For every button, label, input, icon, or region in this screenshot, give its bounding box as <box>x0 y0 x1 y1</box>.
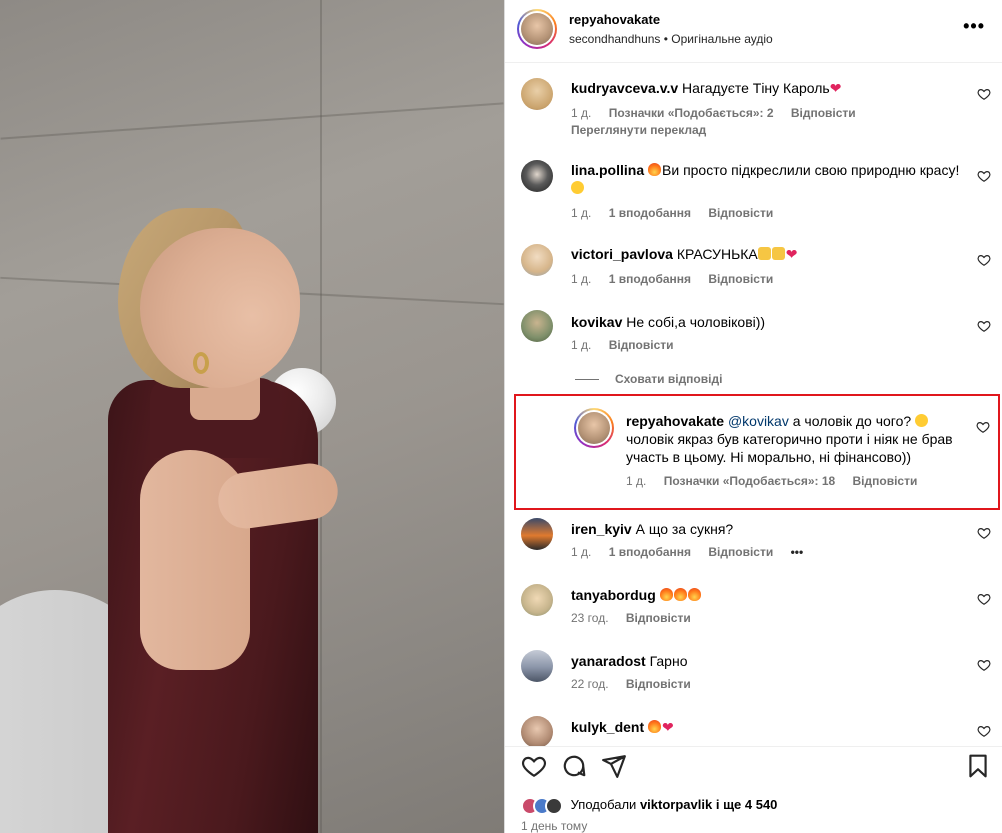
reply-button[interactable]: Відповісти <box>708 272 773 286</box>
liked-count[interactable]: і ще 4 540 <box>716 797 778 812</box>
reply-button[interactable]: Відповісти <box>708 545 773 559</box>
fire-emoji <box>659 588 673 601</box>
comment-time: 1 д. <box>571 272 592 286</box>
likes-summary[interactable]: Уподобали viktorpavlik і ще 4 540 <box>521 797 777 815</box>
wall-seam <box>0 102 504 140</box>
comment-likes[interactable]: 1 вподобання <box>609 206 691 220</box>
liked-by-label: Уподобали <box>570 797 637 813</box>
earring <box>193 352 209 374</box>
comment-time: 23 год. <box>571 611 609 625</box>
comment-text: КРАСУНЬКА <box>676 246 758 262</box>
comment-username[interactable]: kudryavceva.v.v <box>571 80 678 96</box>
reply-button[interactable]: Відповісти <box>853 474 918 488</box>
avatar[interactable] <box>521 310 553 342</box>
comment-username[interactable]: yanaradost <box>571 653 646 669</box>
star-eyes-emoji <box>571 181 584 194</box>
heart-emoji: ❤ <box>829 80 842 96</box>
save-bookmark-icon[interactable] <box>965 753 991 779</box>
thumbs-up-emoji <box>757 247 771 260</box>
comment-time: 1 д. <box>571 545 592 559</box>
reply-likes[interactable]: Позначки «Подобається»: 18 <box>664 474 835 488</box>
author-avatar[interactable] <box>517 9 557 49</box>
reply-button[interactable]: Відповісти <box>708 206 773 220</box>
reply-username[interactable]: repyahovakate <box>626 413 724 429</box>
comment-text: Не собі,а чоловікові)) <box>626 314 766 330</box>
comment-more-icon[interactable]: ••• <box>791 545 804 559</box>
comment-icon[interactable] <box>561 753 587 779</box>
comment-username[interactable]: lina.pollina <box>571 162 644 178</box>
post-media[interactable] <box>0 0 504 833</box>
avatar[interactable] <box>521 244 553 276</box>
comment-time: 1 д. <box>571 206 592 220</box>
comment-text: Гарно <box>649 653 688 669</box>
audio-label[interactable]: secondhandhuns • Оригінальне аудіо <box>569 32 773 46</box>
comment-likes[interactable]: 1 вподобання <box>609 272 691 286</box>
post-actions: Уподобали viktorpavlik і ще 4 540 1 день… <box>505 746 1002 833</box>
like-icon[interactable] <box>521 753 547 779</box>
like-heart-icon[interactable] <box>977 592 991 606</box>
heart-emoji: ❤ <box>662 719 674 735</box>
like-heart-icon[interactable] <box>977 724 991 738</box>
comment-username[interactable]: iren_kyiv <box>571 521 632 537</box>
liked-by-user[interactable]: viktorpavlik <box>640 797 712 812</box>
comment-likes[interactable]: Позначки «Подобається»: 2 <box>609 106 774 120</box>
fire-emoji <box>687 588 701 601</box>
comments-list: kudryavceva.v.v Нагадуєте Тіну Кароль❤ 1… <box>505 64 1002 746</box>
avatar[interactable] <box>521 650 553 682</box>
fire-emoji <box>673 588 687 601</box>
comment-text: Ви просто підкреслили свою природню крас… <box>662 162 960 178</box>
post-header: repyahovakate secondhandhuns • Оригіналь… <box>505 0 1002 63</box>
reply-button[interactable]: Відповісти <box>609 338 674 352</box>
like-heart-icon[interactable] <box>977 87 991 101</box>
comments-panel: repyahovakate secondhandhuns • Оригіналь… <box>504 0 1002 833</box>
comment-username[interactable]: kulyk_dent <box>571 719 644 735</box>
reply-time: 1 д. <box>626 474 647 488</box>
fire-emoji <box>648 720 662 733</box>
reply-button[interactable]: Відповісти <box>626 611 691 625</box>
avatar[interactable] <box>521 716 553 746</box>
comment-username[interactable]: victori_pavlova <box>571 246 673 262</box>
like-heart-icon[interactable] <box>977 319 991 333</box>
reply-button[interactable]: Відповісти <box>791 106 856 120</box>
hide-replies-button[interactable]: Сховати відповіді <box>575 372 722 386</box>
like-heart-icon[interactable] <box>977 526 991 540</box>
like-heart-icon[interactable] <box>977 169 991 183</box>
see-translation-link[interactable]: Переглянути переклад <box>571 123 706 137</box>
like-heart-icon[interactable] <box>977 253 991 267</box>
avatar[interactable] <box>574 408 614 448</box>
avatar[interactable] <box>521 78 553 110</box>
highlighted-reply: repyahovakate @kovikav а чоловік до чого… <box>514 394 1000 510</box>
reply-text-continued: чоловік якраз був категорично проти і ні… <box>626 431 953 465</box>
comment-likes[interactable]: 1 вподобання <box>609 545 691 559</box>
divider <box>575 379 599 381</box>
fire-emoji <box>648 163 662 176</box>
comment-text: Нагадуєте Тіну Кароль <box>682 80 830 96</box>
comment-username[interactable]: kovikav <box>571 314 622 330</box>
thumbs-up-emoji <box>771 247 785 260</box>
comment-text: А що за сукня? <box>635 521 734 537</box>
avatar[interactable] <box>521 518 553 550</box>
post-time: 1 день тому <box>521 819 588 833</box>
more-options-icon[interactable]: ••• <box>963 16 985 37</box>
reply-text: а чоловік до чого? <box>792 413 912 429</box>
avatar[interactable] <box>521 584 553 616</box>
comment-time: 1 д. <box>571 106 592 120</box>
comment-username[interactable]: tanyabordug <box>571 587 656 603</box>
mention-link[interactable]: @kovikav <box>728 413 789 429</box>
liker-avatar <box>545 797 563 815</box>
avatar[interactable] <box>521 160 553 192</box>
heart-emoji: ❤ <box>785 246 798 262</box>
hide-replies-label: Сховати відповіді <box>615 372 723 386</box>
sweat-smile-emoji <box>915 414 929 427</box>
like-heart-icon[interactable] <box>976 420 990 434</box>
face <box>140 228 300 388</box>
comment-time: 22 год. <box>571 677 609 691</box>
like-heart-icon[interactable] <box>977 658 991 672</box>
reply-button[interactable]: Відповісти <box>626 677 691 691</box>
comment-time: 1 д. <box>571 338 592 352</box>
author-username[interactable]: repyahovakate <box>569 12 660 27</box>
share-icon[interactable] <box>601 753 627 779</box>
